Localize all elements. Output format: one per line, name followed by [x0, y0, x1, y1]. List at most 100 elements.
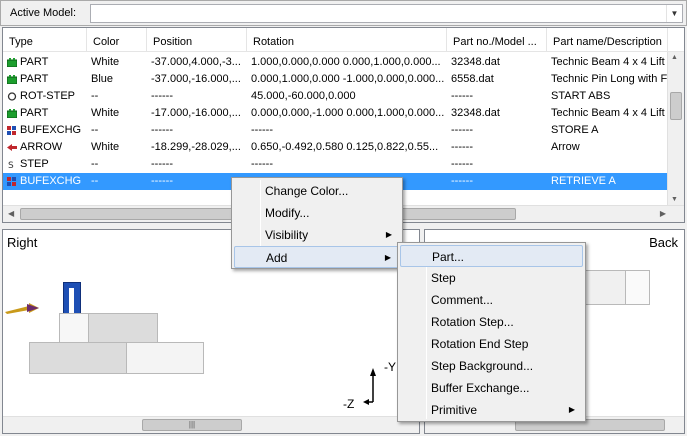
cell-rotation: 0.000,0.000,-1.000 0.000,1.000,0.000... — [251, 107, 445, 119]
cell-position: -17.000,-16.000,... — [151, 107, 241, 119]
column-header-part-name[interactable]: Part name/Description — [547, 28, 668, 52]
column-header-type[interactable]: Type — [3, 28, 87, 52]
cell-part-no: ------ — [451, 124, 473, 136]
active-model-label: Active Model: — [10, 7, 77, 19]
context-menu: Change Color... Modify... Visibility ▶ Ad… — [231, 177, 403, 269]
table-row[interactable]: PART Blue -37.000,-16.000,... 0.000,1.000,0… — [3, 71, 668, 88]
part-icon — [6, 75, 18, 85]
scroll-down-icon[interactable]: ▼ — [671, 196, 678, 203]
cell-rotation: ------ — [251, 158, 273, 170]
cell-type: STEP — [20, 158, 49, 170]
cell-color: White — [91, 107, 120, 119]
cell-type: PART — [20, 107, 49, 119]
table-header: Type Color Position Rotation Part no./Mo… — [3, 28, 684, 52]
cell-rotation: 0.000,1.000,0.000 -1.000,0.000,0.000... — [251, 73, 445, 85]
menu-item-label: Rotation End Step — [431, 337, 529, 351]
menu-item-modify[interactable]: Modify... — [234, 202, 400, 224]
axis-y-label: -Y — [384, 360, 396, 374]
menu-item-label: Add — [266, 251, 288, 265]
menu-item-add-primitive[interactable]: Primitive ▶ — [400, 399, 583, 421]
menu-item-label: Step Background... — [431, 359, 534, 373]
cell-name: START ABS — [551, 90, 611, 102]
cell-part-no: ------ — [451, 158, 473, 170]
scroll-up-icon[interactable]: ▲ — [671, 54, 678, 61]
step-icon: S — [7, 160, 17, 171]
menu-item-label: Part... — [432, 250, 465, 264]
active-model-combo[interactable]: ▼ — [90, 4, 683, 23]
scroll-right-icon[interactable]: ▶ — [660, 209, 666, 218]
menu-item-add-comment[interactable]: Comment... — [400, 289, 583, 311]
cell-color: -- — [91, 90, 99, 102]
cell-rotation: 45.000,-60.000,0.000 — [251, 90, 356, 102]
cell-color: -- — [91, 175, 99, 187]
menu-item-add-step[interactable]: Step — [400, 267, 583, 289]
menu-item-add-part[interactable]: Part... — [400, 245, 583, 267]
menu-item-label: Modify... — [265, 206, 310, 220]
cell-part-no: ------ — [451, 90, 473, 102]
scroll-left-icon[interactable]: ◀ — [8, 209, 14, 218]
viewport-title: Right — [7, 235, 38, 250]
rotstep-icon — [7, 92, 17, 101]
scrollbar-thumb[interactable] — [670, 92, 682, 120]
menu-item-label: Step — [431, 271, 456, 285]
table-row[interactable]: ROT-STEP -- ------ 45.000,-60.000,0.000 ----… — [3, 88, 668, 105]
column-header-rotation[interactable]: Rotation — [247, 28, 447, 52]
menu-item-visibility[interactable]: Visibility ▶ — [234, 224, 400, 246]
menu-item-label: Primitive — [431, 403, 478, 417]
cell-color: White — [91, 141, 120, 153]
menu-item-add[interactable]: Add ▶ — [234, 246, 400, 268]
cell-position: ------ — [151, 124, 173, 136]
active-model-bar: Active Model: ▼ — [0, 0, 687, 26]
submenu-arrow-icon: ▶ — [568, 405, 575, 414]
beam-lower-left — [29, 342, 127, 374]
table-row[interactable]: PART White -17.000,-16.000,... 0.000,0.000,… — [3, 105, 668, 122]
cell-type: BUFEXCHG — [20, 124, 82, 136]
chevron-down-icon[interactable]: ▼ — [666, 5, 682, 22]
table-row[interactable]: PART White -37.000,4.000,-3... 1.000,0.000,… — [3, 54, 668, 71]
cell-name: Technic Beam 4 x 4 Lift — [551, 107, 665, 119]
beam-lower-right — [126, 342, 204, 374]
table-row[interactable]: ARROW White -18.299,-28.029,... 0.650,-0.49… — [3, 139, 668, 156]
menu-item-add-buffer-exchange[interactable]: Buffer Exchange... — [400, 377, 583, 399]
menu-item-change-color[interactable]: Change Color... — [234, 180, 400, 202]
cell-part-no: 32348.dat — [451, 56, 500, 68]
submenu-arrow-icon: ▶ — [385, 230, 392, 239]
cell-type: ROT-STEP — [20, 90, 76, 102]
viewport-right-scrollbar[interactable]: ||| — [3, 416, 419, 433]
cell-part-no: ------ — [451, 141, 473, 153]
menu-item-label: Rotation Step... — [431, 315, 514, 329]
bufexchg-icon — [7, 177, 17, 186]
cell-color: White — [91, 56, 120, 68]
column-header-color[interactable]: Color — [87, 28, 147, 52]
cell-position: ------ — [151, 158, 173, 170]
cell-part-no: 32348.dat — [451, 107, 500, 119]
menu-item-add-step-background[interactable]: Step Background... — [400, 355, 583, 377]
cell-rotation: 1.000,0.000,0.000 0.000,1.000,0.000... — [251, 56, 441, 68]
table-vertical-scrollbar[interactable]: ▲ ▼ — [667, 52, 684, 205]
bufexchg-icon — [7, 126, 17, 135]
cell-rotation: ------ — [251, 124, 273, 136]
menu-item-add-rotation-step[interactable]: Rotation Step... — [400, 311, 583, 333]
cell-position: -37.000,4.000,-3... — [151, 56, 241, 68]
beam-back-end — [625, 270, 650, 305]
table-row[interactable]: S STEP -- ------ ------ ------ — [3, 156, 668, 173]
cell-name: Technic Beam 4 x 4 Lift — [551, 56, 665, 68]
viewport-title: Back — [649, 235, 678, 250]
menu-item-add-rotation-end-step[interactable]: Rotation End Step — [400, 333, 583, 355]
cell-position: ------ — [151, 90, 173, 102]
beam-face — [59, 313, 89, 343]
column-header-part-no[interactable]: Part no./Model ... — [447, 28, 547, 52]
cell-name — [551, 156, 668, 173]
scrollbar-thumb[interactable]: ||| — [142, 419, 242, 431]
cell-rotation: 0.650,-0.492,0.580 0.125,0.822,0.55... — [251, 141, 439, 153]
arrow-icon — [7, 143, 17, 152]
cell-name: RETRIEVE A — [551, 175, 616, 187]
table-row[interactable]: BUFEXCHG -- ------ ------ ------ STORE A — [3, 122, 668, 139]
column-header-position[interactable]: Position — [147, 28, 247, 52]
part-icon — [6, 109, 18, 119]
beam-top — [88, 313, 158, 343]
cell-color: -- — [91, 124, 99, 136]
submenu-arrow-icon: ▶ — [384, 253, 391, 262]
cell-type: PART — [20, 56, 49, 68]
part-icon — [6, 58, 18, 68]
